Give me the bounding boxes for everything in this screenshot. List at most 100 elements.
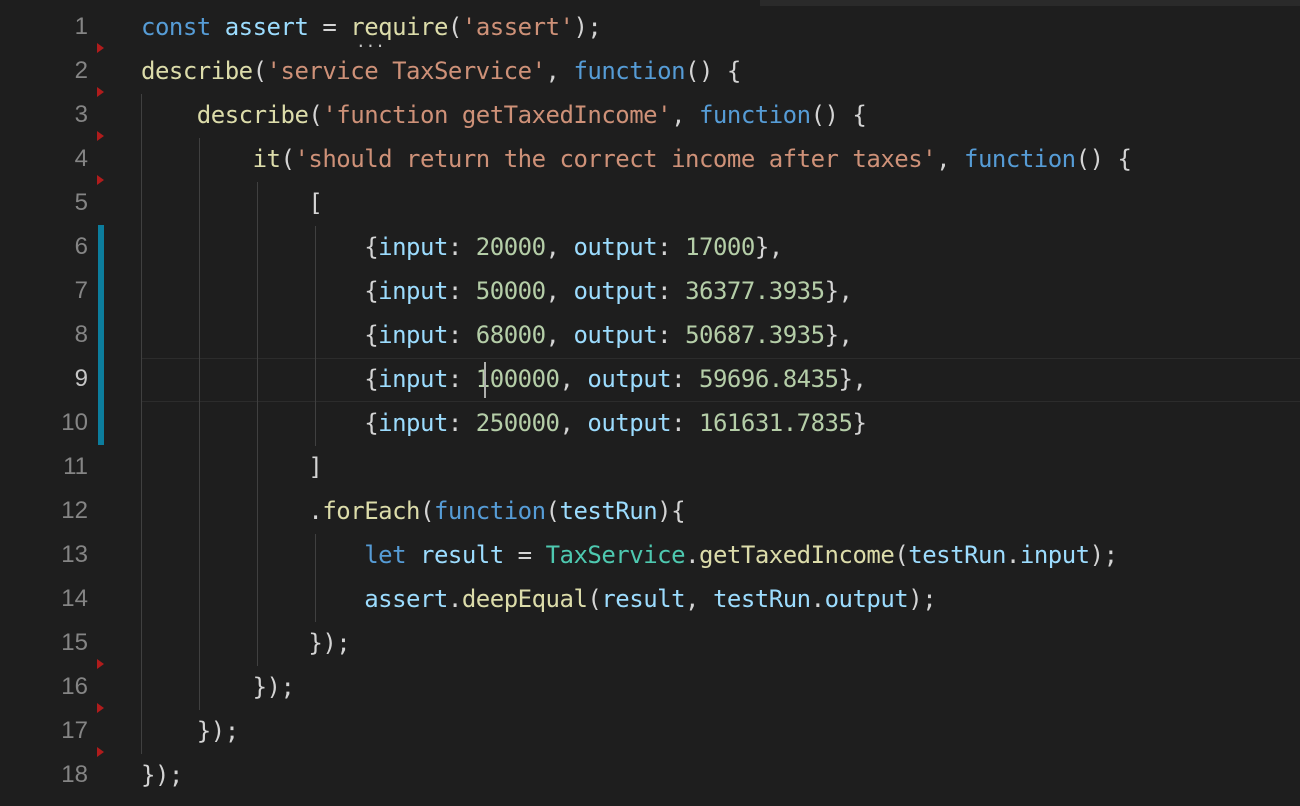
code-token: . <box>685 541 700 569</box>
modified-line-indicator[interactable] <box>98 313 104 357</box>
code-text[interactable]: it('should return the correct income aft… <box>141 137 1132 181</box>
line-number[interactable]: 10 <box>0 401 88 445</box>
code-text[interactable]: ] <box>141 445 322 489</box>
line-number[interactable]: 5 <box>0 181 88 225</box>
code-token: : <box>447 321 476 349</box>
code-token: input <box>1019 541 1090 569</box>
code-text[interactable]: {input: 68000, output: 50687.3935}, <box>141 313 853 357</box>
fold-marker-icon[interactable] <box>97 747 104 757</box>
code-token: 20000 <box>475 233 546 261</box>
code-line[interactable]: 7 {input: 50000, output: 36377.3935}, <box>0 269 1300 313</box>
line-number[interactable]: 3 <box>0 93 88 137</box>
line-number[interactable]: 16 <box>0 665 88 709</box>
code-line[interactable]: 1 const assert = require('assert'); <box>0 5 1300 49</box>
code-text[interactable]: describe('function getTaxedIncome', func… <box>141 93 867 137</box>
code-token: ){ <box>657 497 686 525</box>
modified-line-indicator[interactable] <box>98 401 104 445</box>
line-number[interactable]: 14 <box>0 577 88 621</box>
code-token: testRun <box>559 497 658 525</box>
line-number[interactable]: 4 <box>0 137 88 181</box>
code-line[interactable]: 8 {input: 68000, output: 50687.3935}, <box>0 313 1300 357</box>
fold-marker-icon[interactable] <box>97 87 104 97</box>
code-line[interactable]: 15 }); <box>0 621 1300 665</box>
code-token: { <box>141 365 379 393</box>
code-token: }); <box>141 673 295 701</box>
code-token: ( <box>252 57 267 85</box>
modified-line-indicator[interactable] <box>98 225 104 269</box>
code-token: describe <box>196 101 309 129</box>
code-token: : <box>447 409 476 437</box>
code-token: output <box>587 409 672 437</box>
code-text[interactable]: {input: 50000, output: 36377.3935}, <box>141 269 853 313</box>
code-line[interactable]: 16 }); <box>0 665 1300 709</box>
code-text[interactable]: [ <box>141 181 322 225</box>
code-line[interactable]: 3 describe('function getTaxedIncome', fu… <box>0 93 1300 137</box>
code-text[interactable]: }); <box>141 753 183 797</box>
code-token: 'service TaxService' <box>266 57 546 85</box>
line-number[interactable]: 17 <box>0 709 88 753</box>
line-number[interactable]: 7 <box>0 269 88 313</box>
code-text[interactable]: assert.deepEqual(result, testRun.output)… <box>141 577 936 621</box>
code-text[interactable]: let result = TaxService.getTaxedIncome(t… <box>141 533 1118 577</box>
line-number[interactable]: 1 <box>0 5 88 49</box>
line-number[interactable]: 6 <box>0 225 88 269</box>
code-editor[interactable]: 1 const assert = require('assert'); 2 descr… <box>0 0 1300 806</box>
line-number[interactable]: 12 <box>0 489 88 533</box>
code-line[interactable]: 12 .forEach(function(testRun){ <box>0 489 1300 533</box>
code-line[interactable]: 9 {input: 100000, output: 59696.8435}, <box>0 357 1300 401</box>
code-line[interactable]: 11 ] <box>0 445 1300 489</box>
code-line[interactable]: 2 describe('service TaxService', function… <box>0 49 1300 93</box>
code-text[interactable]: {input: 250000, output: 161631.7835} <box>141 401 867 445</box>
line-number[interactable]: 9 <box>0 357 88 401</box>
line-number[interactable]: 18 <box>0 753 88 797</box>
fold-marker-icon[interactable] <box>97 175 104 185</box>
code-line[interactable]: 4 it('should return the correct income a… <box>0 137 1300 181</box>
fold-marker-icon[interactable] <box>97 131 104 141</box>
code-token: : <box>657 321 686 349</box>
code-token: 50687.3935 <box>685 321 825 349</box>
fold-marker-icon[interactable] <box>97 703 104 713</box>
line-number[interactable]: 2 <box>0 49 88 93</box>
modified-line-indicator[interactable] <box>98 269 104 313</box>
code-token: function <box>433 497 546 525</box>
code-token: : <box>447 277 476 305</box>
code-line[interactable]: 13 let result = TaxService.getTaxedIncom… <box>0 533 1300 577</box>
line-number[interactable]: 8 <box>0 313 88 357</box>
text-cursor <box>484 362 486 398</box>
code-line[interactable]: 5 [ <box>0 181 1300 225</box>
code-line[interactable]: 17 }); <box>0 709 1300 753</box>
code-text[interactable]: {input: 20000, output: 17000}, <box>141 225 783 269</box>
code-text[interactable]: describe('service TaxService', function(… <box>141 49 741 93</box>
code-token: () { <box>1075 145 1132 173</box>
code-text[interactable]: }); <box>141 665 295 709</box>
code-text[interactable]: }); <box>141 709 239 753</box>
modified-line-indicator[interactable] <box>98 357 104 401</box>
code-text[interactable]: }); <box>141 621 350 665</box>
fold-marker-icon[interactable] <box>97 43 104 53</box>
code-token: }); <box>141 761 183 789</box>
code-hint-dots[interactable]: ... <box>356 34 385 50</box>
code-token: input <box>378 277 448 305</box>
code-line[interactable]: 18}); <box>0 753 1300 797</box>
code-token: . <box>810 585 825 613</box>
code-text[interactable]: {input: 100000, output: 59696.8435}, <box>141 357 867 401</box>
code-token: }, <box>824 321 853 349</box>
code-token: , <box>545 277 574 305</box>
line-number[interactable]: 13 <box>0 533 88 577</box>
code-token: }, <box>824 277 853 305</box>
code-token: result <box>420 541 504 569</box>
code-token: function <box>964 145 1076 173</box>
code-token: 100000 <box>475 365 560 393</box>
fold-marker-icon[interactable] <box>97 659 104 669</box>
code-token: = <box>308 13 351 41</box>
code-line[interactable]: 10 {input: 250000, output: 161631.7835} <box>0 401 1300 445</box>
line-number[interactable]: 11 <box>0 445 88 489</box>
code-token: 36377.3935 <box>685 277 825 305</box>
code-line[interactable]: 14 assert.deepEqual(result, testRun.outp… <box>0 577 1300 621</box>
code-token: function <box>573 57 686 85</box>
code-token: , <box>545 57 574 85</box>
code-text[interactable]: .forEach(function(testRun){ <box>141 489 685 533</box>
code-line[interactable]: 6 {input: 20000, output: 17000}, <box>0 225 1300 269</box>
code-token: ); <box>908 585 937 613</box>
line-number[interactable]: 15 <box>0 621 88 665</box>
